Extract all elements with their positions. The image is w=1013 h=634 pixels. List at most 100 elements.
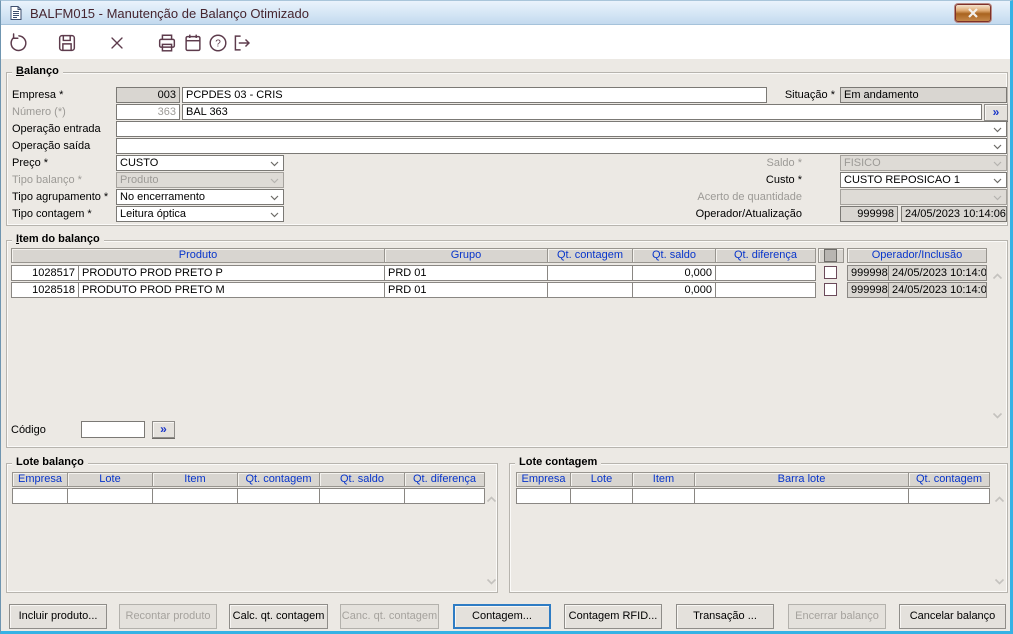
document-icon — [8, 5, 24, 26]
tipo-balanco-label: Tipo balanço * — [12, 174, 82, 186]
column-header-qt-saldo[interactable]: Qt. saldo — [632, 248, 716, 263]
column-header-operador-inclusao[interactable]: Operador/Inclusão — [847, 248, 987, 263]
exit-button[interactable] — [230, 31, 254, 55]
row-checkbox[interactable] — [824, 283, 837, 296]
chevron-down-icon — [993, 195, 1002, 201]
cell-grupo[interactable]: PRD 01 — [384, 265, 548, 281]
tipo-contagem-combo[interactable]: Leitura óptica — [116, 206, 284, 222]
scroll-up-icon[interactable] — [486, 490, 497, 508]
save-button[interactable] — [55, 31, 79, 55]
column-header-qt-saldo[interactable]: Qt. saldo — [319, 472, 405, 487]
contagem-rfid-button[interactable]: Contagem RFID... — [564, 604, 662, 629]
incluir-produto-button[interactable]: Incluir produto... — [9, 604, 107, 629]
scroll-up-icon[interactable] — [992, 267, 1003, 285]
cell-qt-diferenca[interactable] — [715, 282, 816, 298]
cell-barra-lote[interactable] — [694, 488, 909, 504]
operador-field: 999998 — [840, 206, 898, 222]
cell-qt-saldo[interactable]: 0,000 — [632, 282, 716, 298]
cancelar-balanco-button[interactable]: Cancelar balanço — [899, 604, 1006, 629]
cell-qt-saldo[interactable]: 0,000 — [632, 265, 716, 281]
tipo-balanco-combo: Produto — [116, 172, 284, 188]
column-header-grupo[interactable]: Grupo — [384, 248, 548, 263]
operacao-saida-combo[interactable] — [116, 138, 1007, 154]
codigo-input[interactable] — [81, 421, 145, 438]
column-header-empresa[interactable]: Empresa — [516, 472, 571, 487]
chevron-down-icon — [993, 127, 1002, 133]
column-header-item[interactable]: Item — [152, 472, 238, 487]
cell-empresa[interactable] — [516, 488, 571, 504]
item-balanco-group: Item do balanço Produto Grupo Qt. contag… — [6, 233, 1008, 448]
column-header-produto[interactable]: Produto — [11, 248, 385, 263]
preco-label: Preço * — [12, 157, 49, 169]
numero-name-field[interactable]: BAL 363 — [182, 104, 982, 120]
cell-produto[interactable]: PRODUTO PROD PRETO P — [78, 265, 385, 281]
calendar-button[interactable] — [181, 31, 205, 55]
cell-produto[interactable]: PRODUTO PROD PRETO M — [78, 282, 385, 298]
transacao-button[interactable]: Transação ... — [676, 604, 774, 629]
cell-qt-saldo[interactable] — [319, 488, 405, 504]
cell-item[interactable] — [632, 488, 695, 504]
codigo-lookup-button[interactable]: » — [152, 421, 175, 438]
cell-qt-contagem[interactable] — [908, 488, 990, 504]
chevron-down-icon — [993, 161, 1002, 167]
chevron-down-icon — [270, 161, 279, 167]
cell-codigo[interactable]: 1028517 — [11, 265, 79, 281]
cell-lote[interactable] — [570, 488, 633, 504]
tipo-agrupamento-combo[interactable]: No encerramento — [116, 189, 284, 205]
codigo-label: Código — [11, 424, 46, 436]
cancel-button[interactable] — [105, 31, 129, 55]
chevron-down-icon — [270, 195, 279, 201]
cell-qt-diferenca[interactable] — [715, 265, 816, 281]
scroll-down-icon[interactable] — [992, 406, 1003, 424]
column-header-qt-contagem[interactable]: Qt. contagem — [547, 248, 633, 263]
column-header-empresa[interactable]: Empresa — [12, 472, 68, 487]
cell-item[interactable] — [152, 488, 238, 504]
chevron-down-icon — [270, 212, 279, 218]
cell-qt-diferenca[interactable] — [404, 488, 485, 504]
row-checkbox[interactable] — [824, 266, 837, 279]
lote-contagem-group: Lote contagem Empresa Lote Item Barra lo… — [509, 456, 1008, 593]
empresa-label: Empresa * — [12, 89, 64, 101]
column-header-qt-contagem[interactable]: Qt. contagem — [237, 472, 320, 487]
column-header-qt-diferenca[interactable]: Qt. diferença — [404, 472, 485, 487]
cell-qt-contagem[interactable] — [237, 488, 320, 504]
scroll-down-icon[interactable] — [994, 572, 1005, 590]
cell-empresa[interactable] — [12, 488, 68, 504]
numero-code-field[interactable]: 363 — [116, 104, 180, 120]
print-button[interactable] — [155, 31, 179, 55]
balanco-group: Balanço Empresa * 003 PCPDES 03 - CRIS S… — [6, 65, 1008, 226]
help-button[interactable]: ? — [206, 31, 230, 55]
canc-qt-contagem-button: Canc. qt. contagem — [340, 604, 439, 629]
refresh-button[interactable] — [6, 31, 30, 55]
column-header-qt-contagem[interactable]: Qt. contagem — [908, 472, 990, 487]
cell-inclusao: 24/05/2023 10:14:01 — [888, 282, 987, 298]
save-icon — [58, 34, 76, 52]
svg-text:?: ? — [215, 39, 221, 50]
column-header-lote[interactable]: Lote — [570, 472, 633, 487]
column-header-qt-diferenca[interactable]: Qt. diferença — [715, 248, 816, 263]
close-button[interactable] — [955, 4, 991, 22]
column-header-barra-lote[interactable]: Barra lote — [694, 472, 909, 487]
scroll-down-icon[interactable] — [486, 572, 497, 590]
cell-codigo[interactable]: 1028518 — [11, 282, 79, 298]
calc-qt-contagem-button[interactable]: Calc. qt. contagem — [229, 604, 328, 629]
operador-atualizacao-label: Operador/Atualização — [695, 208, 802, 220]
calendar-icon — [185, 34, 201, 52]
custo-combo[interactable]: CUSTO REPOSICAO 1 — [840, 172, 1007, 188]
cell-qt-contagem[interactable] — [547, 282, 633, 298]
app-window: BALFM015 - Manutenção de Balanço Otimiza… — [0, 0, 1013, 634]
contagem-button[interactable]: Contagem... — [453, 604, 551, 629]
column-header-item[interactable]: Item — [632, 472, 695, 487]
numero-lookup-button[interactable]: » — [984, 104, 1008, 121]
encerrar-balanco-button: Encerrar balanço — [788, 604, 886, 629]
custo-label: Custo * — [765, 174, 802, 186]
operacao-saida-label: Operação saída — [12, 140, 91, 152]
column-header-lote[interactable]: Lote — [67, 472, 153, 487]
cell-qt-contagem[interactable] — [547, 265, 633, 281]
cell-lote[interactable] — [67, 488, 153, 504]
column-header-select[interactable] — [818, 248, 844, 263]
cell-grupo[interactable]: PRD 01 — [384, 282, 548, 298]
operacao-entrada-combo[interactable] — [116, 121, 1007, 137]
scroll-up-icon[interactable] — [994, 490, 1005, 508]
preco-combo[interactable]: CUSTO — [116, 155, 284, 171]
